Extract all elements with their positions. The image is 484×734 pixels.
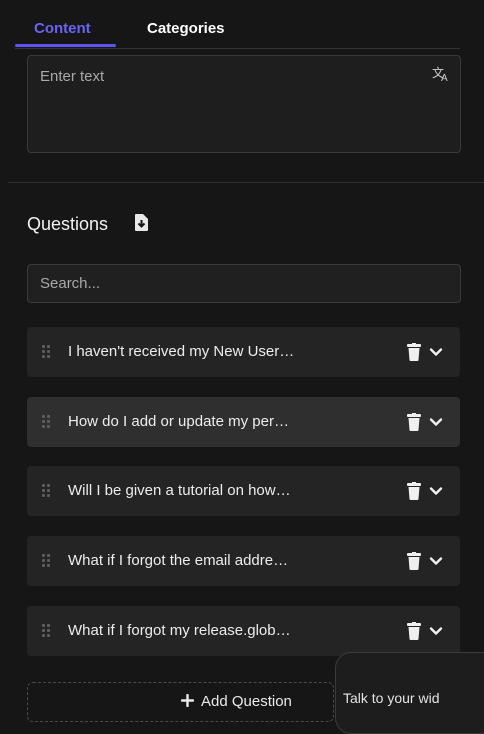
trash-icon[interactable] (407, 482, 421, 500)
trash-icon[interactable] (407, 552, 421, 570)
chat-widget[interactable]: Talk to your wid (335, 652, 484, 734)
svg-text:A: A (441, 73, 448, 82)
question-label: What if I forgot the email addre… (68, 552, 289, 569)
chat-widget-label: Talk to your wid (343, 690, 440, 706)
search-input[interactable]: Search... (27, 264, 461, 303)
question-item[interactable]: What if I forgot my release.glob… (27, 606, 460, 656)
drag-handle-icon[interactable] (42, 554, 50, 567)
question-item[interactable]: What if I forgot the email addre… (27, 536, 460, 586)
question-label: How do I add or update my per… (68, 413, 289, 430)
trash-icon[interactable] (407, 413, 421, 431)
question-item[interactable]: I haven't received my New User… (27, 327, 460, 377)
tab-categories[interactable]: Categories (147, 20, 225, 37)
chevron-down-icon[interactable] (429, 554, 443, 568)
question-label: What if I forgot my release.glob… (68, 622, 291, 639)
active-tab-indicator (15, 44, 116, 47)
chevron-down-icon[interactable] (429, 624, 443, 638)
question-label: Will I be given a tutorial on how… (68, 482, 291, 499)
add-question-button[interactable]: Add Question (27, 682, 334, 722)
chevron-down-icon[interactable] (429, 415, 443, 429)
drag-handle-icon[interactable] (42, 415, 50, 428)
trash-icon[interactable] (407, 343, 421, 361)
plus-icon (180, 693, 195, 712)
content-placeholder: Enter text (40, 68, 105, 85)
question-item[interactable]: How do I add or update my per… (27, 397, 460, 447)
add-question-label: Add Question (201, 693, 292, 710)
drag-handle-icon[interactable] (42, 345, 50, 358)
questions-heading: Questions (27, 214, 109, 234)
chevron-down-icon[interactable] (429, 345, 443, 359)
search-placeholder: Search... (40, 275, 101, 292)
drag-handle-icon[interactable] (42, 484, 50, 497)
chevron-down-icon[interactable] (429, 484, 443, 498)
tab-content[interactable]: Content (34, 20, 91, 37)
content-text-field[interactable]: Enter text 文 A (27, 55, 461, 153)
section-divider (8, 182, 484, 183)
question-label: I haven't received my New User… (68, 343, 295, 360)
trash-icon[interactable] (407, 622, 421, 640)
tab-bar: Content Categories (15, 14, 460, 49)
translate-icon[interactable]: 文 A (432, 65, 450, 86)
drag-handle-icon[interactable] (42, 624, 50, 637)
question-item[interactable]: Will I be given a tutorial on how… (27, 466, 460, 516)
file-download-icon[interactable] (135, 214, 148, 231)
